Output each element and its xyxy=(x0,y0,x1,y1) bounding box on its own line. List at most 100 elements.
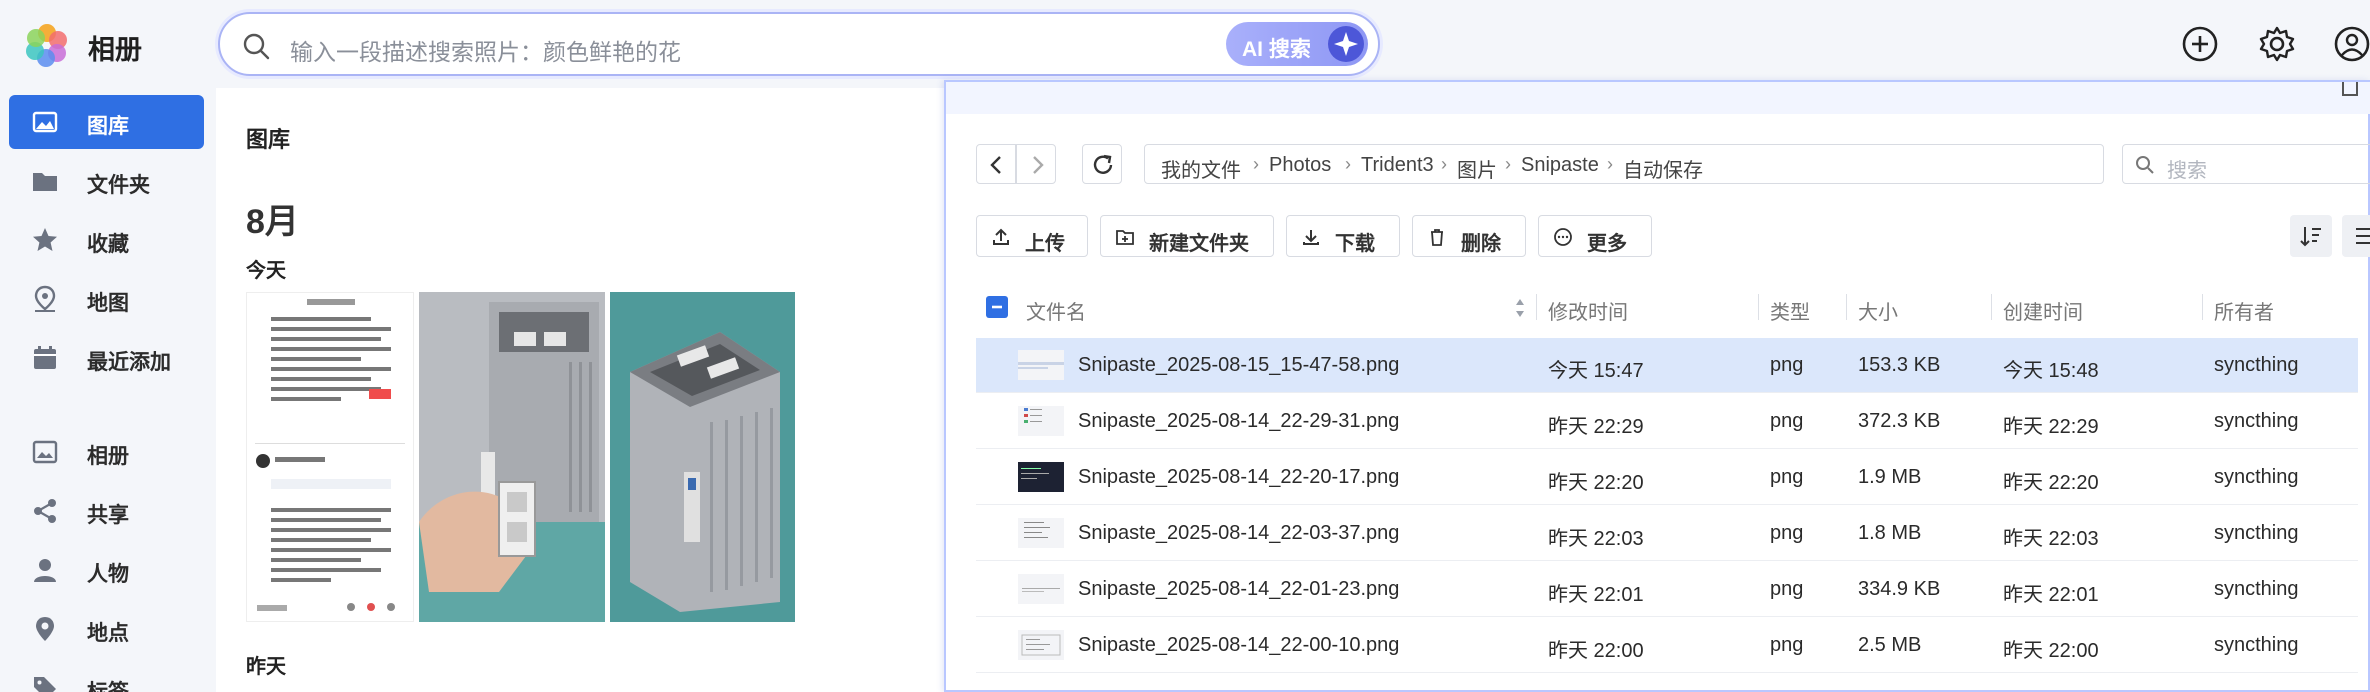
table-row[interactable]: Snipaste_2025-08-14_22-29-31.png 昨天 22:2… xyxy=(976,394,2358,449)
file-search-input[interactable]: 搜索 xyxy=(2122,144,2370,184)
table-row[interactable]: Snipaste_2025-08-14_22-20-17.png 昨天 22:2… xyxy=(976,450,2358,505)
file-type: png xyxy=(1770,522,1804,544)
column-divider[interactable] xyxy=(2202,294,2203,320)
file-size: 1.8 MB xyxy=(1858,522,1922,544)
map-pin-icon xyxy=(34,285,56,312)
ai-search-button[interactable]: AI 搜索 xyxy=(1226,22,1368,66)
search-input[interactable]: 输入一段描述搜索照片：颜色鲜艳的花 xyxy=(290,33,681,67)
sidebar-item-label: 图库 xyxy=(87,115,129,138)
breadcrumb-item[interactable]: 我的文件 xyxy=(1161,154,1241,183)
new-folder-label: 新建文件夹 xyxy=(1149,233,1249,255)
sidebar-item-label: 共享 xyxy=(87,504,129,527)
sort-arrows-icon[interactable] xyxy=(1514,296,1526,320)
file-modified: 昨天 22:20 xyxy=(1548,472,1644,494)
file-name: Snipaste_2025-08-14_22-00-10.png xyxy=(1078,634,1400,656)
delete-button[interactable]: 删除 xyxy=(1412,215,1526,257)
file-type: png xyxy=(1770,410,1804,432)
breadcrumb-item[interactable]: Snipaste xyxy=(1521,154,1599,177)
file-owner: syncthing xyxy=(2214,522,2299,544)
column-header-owner[interactable]: 所有者 xyxy=(2214,296,2274,325)
sidebar-item-favorites[interactable]: 收藏 xyxy=(9,213,204,267)
file-created: 今天 15:48 xyxy=(2003,360,2099,382)
table-row[interactable]: Snipaste_2025-08-14_22-01-23.png 昨天 22:0… xyxy=(976,562,2358,617)
refresh-icon xyxy=(1093,154,1113,174)
gear-icon[interactable] xyxy=(2257,24,2297,64)
date-heading-today: 今天 xyxy=(246,260,286,282)
top-bar: 相册 输入一段描述搜索照片：颜色鲜艳的花 AI 搜索 xyxy=(0,0,2370,88)
refresh-button[interactable] xyxy=(1082,144,1122,184)
sidebar-item-recent[interactable]: 最近添加 xyxy=(9,331,204,385)
more-button[interactable]: 更多 xyxy=(1538,215,1652,257)
sidebar-item-label: 最近添加 xyxy=(87,351,171,374)
sidebar: 图库 文件夹 收藏 地图 最近添加 相册 共享 人物 地点 标签 xyxy=(0,88,216,692)
breadcrumb-item[interactable]: Photos xyxy=(1269,154,1331,177)
new-folder-button[interactable]: 新建文件夹 xyxy=(1100,215,1274,257)
window-title-bar[interactable] xyxy=(946,82,2370,114)
upload-button[interactable]: 上传 xyxy=(976,215,1088,257)
column-header-created[interactable]: 创建时间 xyxy=(2003,296,2083,325)
share-icon xyxy=(34,499,56,523)
column-divider[interactable] xyxy=(1536,294,1537,320)
download-button[interactable]: 下载 xyxy=(1286,215,1400,257)
file-name: Snipaste_2025-08-15_15-47-58.png xyxy=(1078,354,1400,376)
forward-button[interactable] xyxy=(1016,144,1056,184)
select-all-checkbox[interactable] xyxy=(986,296,1008,318)
file-thumbnail xyxy=(1018,518,1064,548)
breadcrumb-item[interactable]: Trident3 xyxy=(1361,154,1434,177)
window-control-icon[interactable] xyxy=(2342,82,2358,96)
column-header-size[interactable]: 大小 xyxy=(1858,296,1898,325)
file-search-placeholder: 搜索 xyxy=(2167,160,2207,182)
list-view-button[interactable] xyxy=(2342,215,2370,257)
photo-thumbnail[interactable] xyxy=(419,292,605,622)
table-row[interactable]: Snipaste_2025-08-15_15-47-58.png 今天 15:4… xyxy=(976,338,2358,393)
photo-thumbnail[interactable] xyxy=(246,292,414,622)
ai-search-label: AI 搜索 xyxy=(1242,38,1311,61)
upload-icon xyxy=(993,228,1009,245)
device-photo xyxy=(419,292,605,622)
sidebar-item-places[interactable]: 地点 xyxy=(9,602,204,656)
photo-thumbnail[interactable] xyxy=(610,292,795,622)
file-created: 昨天 22:03 xyxy=(2003,528,2099,550)
table-row[interactable]: Snipaste_2025-08-14_22-03-37.png 昨天 22:0… xyxy=(976,506,2358,561)
tag-icon xyxy=(34,677,56,692)
file-thumbnail xyxy=(1018,406,1064,436)
sidebar-item-tags[interactable]: 标签 xyxy=(9,661,204,692)
file-modified: 昨天 22:29 xyxy=(1548,416,1644,438)
sidebar-item-albums[interactable]: 相册 xyxy=(9,425,204,479)
column-divider[interactable] xyxy=(1846,294,1847,320)
search-bar[interactable]: 输入一段描述搜索照片：颜色鲜艳的花 AI 搜索 xyxy=(218,12,1380,76)
file-table-header: 文件名 修改时间 类型 大小 创建时间 所有者 xyxy=(976,282,2370,332)
column-header-name[interactable]: 文件名 xyxy=(1026,296,1086,325)
breadcrumb-separator-icon: › xyxy=(1505,154,1511,174)
breadcrumb-item[interactable]: 图片 xyxy=(1457,154,1497,183)
file-size: 334.9 KB xyxy=(1858,578,1941,600)
breadcrumb-item[interactable]: 自动保存 xyxy=(1623,154,1703,183)
add-icon[interactable] xyxy=(2180,24,2220,64)
sidebar-item-folders[interactable]: 文件夹 xyxy=(9,154,204,208)
sidebar-item-people[interactable]: 人物 xyxy=(9,543,204,597)
new-folder-icon xyxy=(1116,230,1134,245)
column-header-type[interactable]: 类型 xyxy=(1770,296,1810,325)
back-button[interactable] xyxy=(976,144,1016,184)
user-account-icon[interactable] xyxy=(2332,24,2370,64)
date-heading-yesterday: 昨天 xyxy=(246,656,286,678)
breadcrumb-separator-icon: › xyxy=(1253,154,1259,174)
app-name: 相册 xyxy=(88,35,142,65)
file-type: png xyxy=(1770,354,1804,376)
column-header-modified[interactable]: 修改时间 xyxy=(1548,296,1628,325)
file-thumbnail xyxy=(1018,630,1064,660)
file-owner: syncthing xyxy=(2214,410,2299,432)
table-row[interactable]: Snipaste_2025-08-14_22-00-10.png 昨天 22:0… xyxy=(976,618,2358,673)
file-name: Snipaste_2025-08-14_22-01-23.png xyxy=(1078,578,1400,600)
sort-button[interactable] xyxy=(2290,215,2332,257)
column-divider[interactable] xyxy=(1758,294,1759,320)
sidebar-item-map[interactable]: 地图 xyxy=(9,272,204,326)
breadcrumb: 我的文件 › Photos › Trident3 › 图片 › Snipaste… xyxy=(1144,144,2104,184)
breadcrumb-separator-icon: › xyxy=(1345,154,1351,174)
column-divider[interactable] xyxy=(1991,294,1992,320)
sidebar-item-label: 文件夹 xyxy=(87,174,150,197)
image-icon xyxy=(32,111,58,133)
sidebar-item-library[interactable]: 图库 xyxy=(9,95,204,149)
sidebar-item-shared[interactable]: 共享 xyxy=(9,484,204,538)
trash-icon xyxy=(1431,229,1443,246)
